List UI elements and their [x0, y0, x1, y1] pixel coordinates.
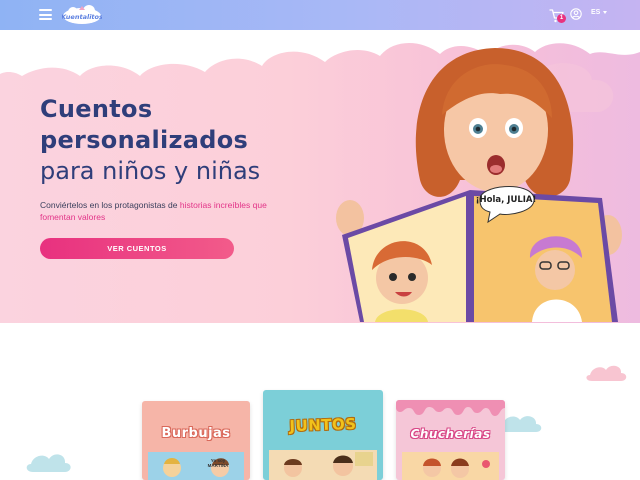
- book-cover-illustration: [148, 452, 244, 480]
- book-title: Burbujas: [161, 426, 231, 441]
- hero-subtitle: Conviértelos en los protagonistas de his…: [40, 199, 300, 223]
- hero-heading-line3: para niños y niñas: [40, 157, 261, 185]
- book-card-chucherias[interactable]: Chucherías: [396, 400, 505, 480]
- hero-subtitle-text: Conviértelos en los protagonistas de: [40, 200, 180, 210]
- book-title: Chucherías: [410, 427, 491, 441]
- user-account-icon[interactable]: [570, 8, 582, 20]
- speech-bubble-text: ¡Hola, JULIA!: [476, 195, 537, 205]
- book-card-burbujas[interactable]: Burbujas Yo soy MARTINA: [142, 401, 250, 480]
- brand-logo[interactable]: Kuentalitos: [62, 5, 102, 25]
- logo-text: Kuentalitos: [62, 13, 102, 21]
- book-cover-illustration: [269, 450, 377, 480]
- dripping-icing-decoration: [396, 400, 505, 416]
- language-selector[interactable]: ES: [591, 9, 608, 16]
- hamburger-menu-icon[interactable]: [39, 9, 52, 20]
- book-title: JUNTOS: [289, 414, 357, 436]
- book-caption: Yo soy MARTINA: [207, 458, 229, 468]
- hero-heading-line2: personalizados: [40, 126, 249, 154]
- see-stories-button[interactable]: VER CUENTOS: [40, 238, 234, 259]
- girl-with-book-illustration: ¡Hola, JULIA!: [336, 48, 622, 322]
- book-card-juntos[interactable]: JUNTOS: [263, 390, 383, 480]
- cart-count-badge: 1: [557, 14, 566, 23]
- language-label: ES: [591, 9, 601, 16]
- hero-heading-line1: Cuentos: [40, 95, 153, 123]
- hero-heading: Cuentos personalizados para niños y niña…: [40, 94, 340, 187]
- book-cover-illustration: [402, 452, 499, 480]
- top-navigation-bar: Kuentalitos 1 ES: [0, 0, 640, 30]
- hero-banner: Cuentos personalizados para niños y niña…: [0, 30, 640, 323]
- chevron-down-icon: [603, 11, 608, 14]
